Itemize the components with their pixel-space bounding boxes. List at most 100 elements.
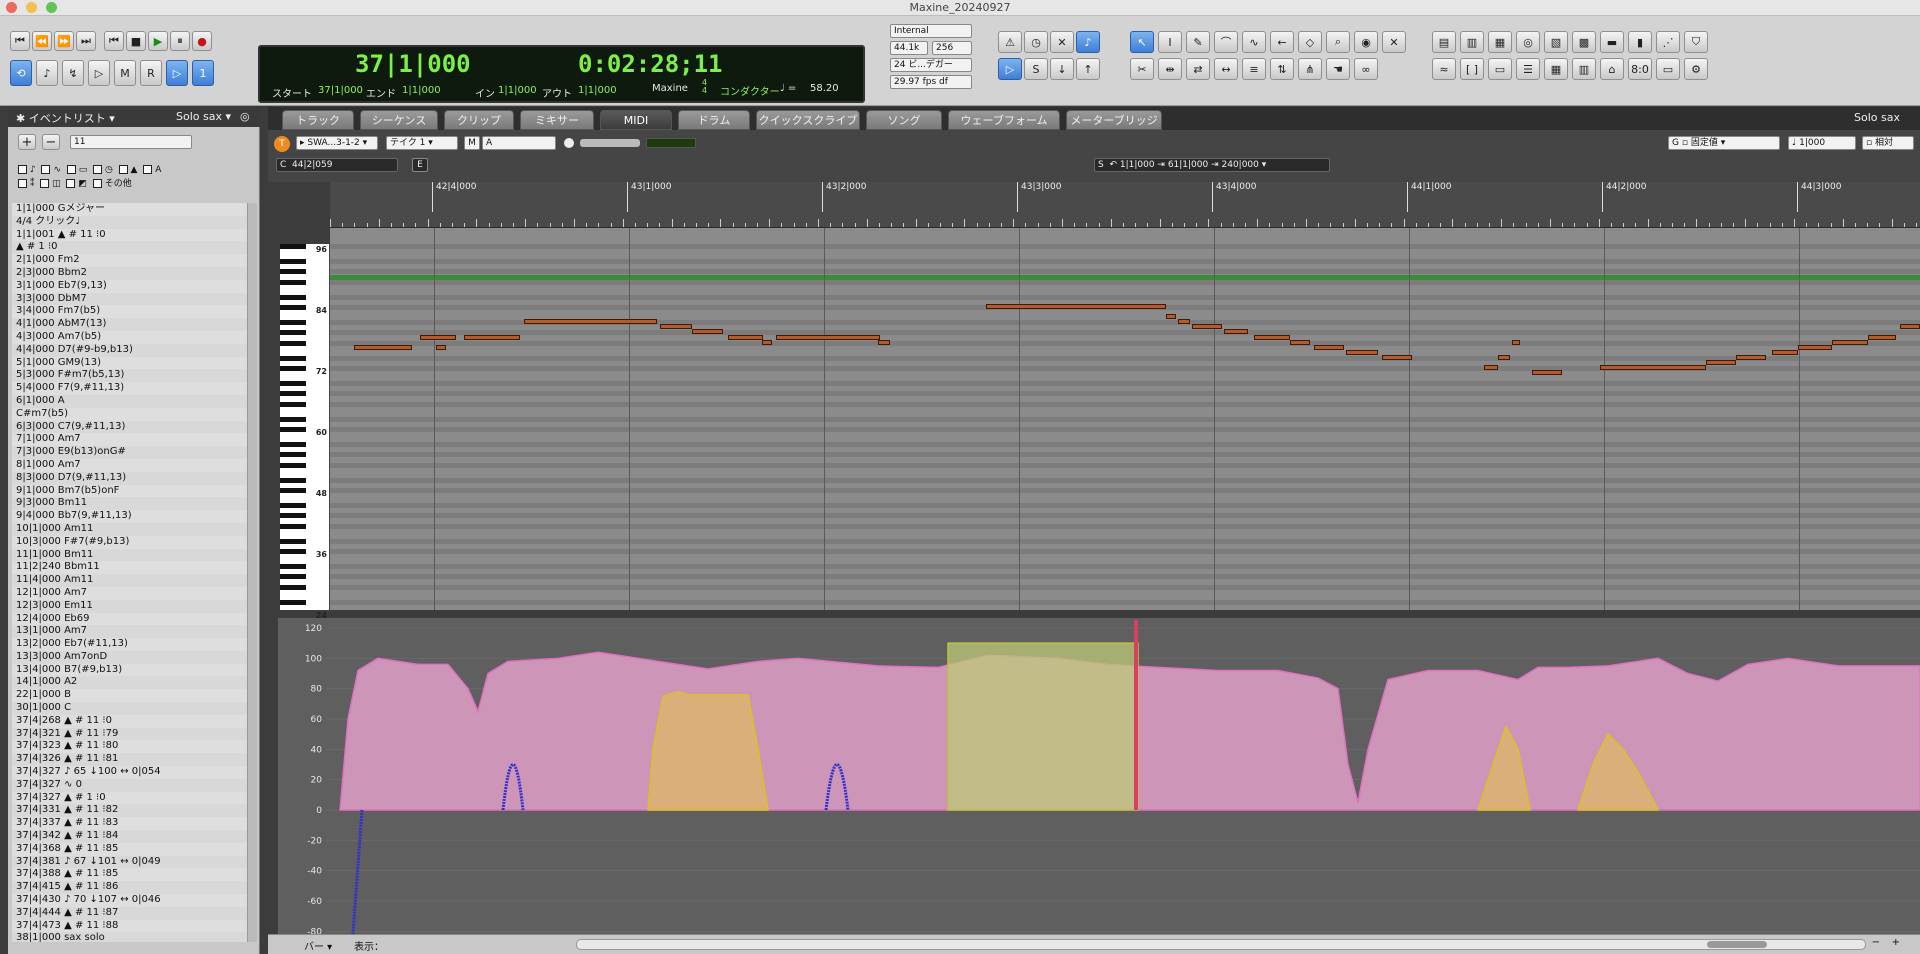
piano-black-key[interactable]: [280, 462, 306, 468]
event-row[interactable]: 37|4|327 ▲ # 1 ⁝0: [12, 791, 252, 805]
piano-black-key[interactable]: [280, 488, 306, 494]
event-row[interactable]: 13|3|000 Am7onD: [12, 651, 252, 664]
zoom-tool-icon[interactable]: ⌕: [1326, 31, 1350, 53]
clock-select[interactable]: Internal: [890, 24, 972, 38]
piano-black-key[interactable]: [280, 427, 306, 433]
filter-ctrl-icon[interactable]: [118, 165, 128, 174]
midi-note[interactable]: [728, 334, 763, 340]
loop-tool-icon[interactable]: ∞: [1354, 58, 1378, 80]
meter-display[interactable]: 44: [702, 79, 707, 95]
midi-note[interactable]: [1900, 324, 1920, 330]
scissors-tool-icon[interactable]: ✂: [1130, 58, 1154, 80]
midi-note[interactable]: [1224, 329, 1248, 335]
play-forward-icon[interactable]: ▷: [998, 58, 1022, 80]
piano-black-key[interactable]: [280, 401, 306, 407]
down-arrow-icon[interactable]: ↓: [1050, 58, 1074, 80]
arrow-left-tool-icon[interactable]: ←: [1270, 31, 1294, 53]
event-row[interactable]: 8|1|000 Am7: [12, 458, 252, 472]
midi-note[interactable]: [1254, 334, 1290, 340]
event-row[interactable]: 37|4|323 ▲ # 11 ⁝80: [12, 740, 252, 754]
filter-note-icon[interactable]: [18, 165, 27, 174]
piano-black-key[interactable]: [280, 513, 306, 519]
grid-mode-select[interactable]: G ▫ 固定値 ▾: [1668, 136, 1780, 150]
piano-black-key[interactable]: [280, 391, 306, 397]
tab-2[interactable]: クリップ: [444, 110, 514, 130]
midi-note[interactable]: [1382, 354, 1412, 360]
mode-a-select[interactable]: A: [482, 136, 556, 150]
waveform-icon[interactable]: ≈: [1432, 58, 1456, 80]
tab-1[interactable]: シーケンス: [360, 110, 438, 130]
tab-0[interactable]: トラック: [282, 110, 354, 130]
piano-black-key[interactable]: [280, 244, 306, 250]
midi-note[interactable]: [1600, 365, 1706, 370]
event-row[interactable]: 3|3|000 DbM7: [12, 293, 252, 306]
piano-black-key[interactable]: [280, 366, 306, 372]
piano-keyboard[interactable]: 96 84 72 60 48 36 24: [280, 244, 330, 620]
filter-chord-icon[interactable]: [66, 179, 76, 188]
midi-note[interactable]: [986, 304, 1166, 309]
graph-icon[interactable]: ⋰: [1656, 31, 1680, 53]
record-mode-icon[interactable]: R: [140, 60, 162, 86]
event-row[interactable]: 11|4|000 Am11: [12, 574, 252, 587]
piano-black-key[interactable]: [280, 305, 306, 311]
piano-black-key[interactable]: [280, 442, 306, 448]
text-tool-icon[interactable]: I: [1158, 31, 1182, 53]
metronome-icon[interactable]: ⚠: [998, 31, 1022, 53]
bars-icon[interactable]: 1: [192, 60, 214, 86]
event-row[interactable]: 37|4|327 ∿ 0: [12, 779, 252, 792]
controller-lane[interactable]: 120 100 80 60 40 20 0 -20 -40 -60 -80: [278, 618, 1920, 947]
filter-other-checkbox[interactable]: [92, 179, 102, 188]
piano-black-key[interactable]: [280, 538, 306, 544]
piano-black-key[interactable]: [280, 599, 306, 605]
speaker-icon[interactable]: ♪: [1076, 31, 1100, 53]
filter-meter-icon[interactable]: [18, 179, 27, 188]
midi-note[interactable]: [1166, 314, 1176, 320]
event-row[interactable]: 8|3|000 D7(9,#11,13): [12, 472, 252, 485]
add-event-button[interactable]: +: [18, 134, 36, 150]
out-value[interactable]: 1|1|000: [578, 85, 617, 96]
event-list-track[interactable]: Solo sax ▾: [176, 110, 231, 123]
midi-note[interactable]: [1736, 354, 1766, 360]
tab-5[interactable]: ドラム: [678, 110, 750, 130]
transpose-tool-icon[interactable]: ⇅: [1270, 58, 1294, 80]
event-list-menu[interactable]: ✱ イベントリスト ▾: [16, 110, 115, 126]
midi-note[interactable]: [1314, 344, 1344, 350]
midi-note[interactable]: [1772, 349, 1798, 355]
conductor-label[interactable]: コンダクター: [720, 83, 780, 98]
tab-3[interactable]: ミキサー: [520, 110, 594, 130]
rewind-start-icon[interactable]: ⏮: [10, 31, 30, 51]
event-row[interactable]: 12|3|000 Em11: [12, 600, 252, 613]
quantize-tool-icon[interactable]: ≡: [1242, 58, 1266, 80]
filter-key-icon[interactable]: [40, 179, 50, 188]
piano-black-key[interactable]: [280, 294, 306, 300]
event-row[interactable]: 5|4|000 F7(9,#11,13): [12, 382, 252, 395]
play-icon[interactable]: ▶: [148, 31, 168, 51]
filter-bend-icon[interactable]: [41, 165, 51, 174]
stop-icon[interactable]: ■: [126, 31, 146, 51]
midi-note[interactable]: [354, 344, 412, 350]
eraser-tool-icon[interactable]: ◇: [1298, 31, 1322, 53]
event-row[interactable]: 37|4|368 ▲ # 11 ⁝85: [12, 842, 252, 856]
piano-black-key[interactable]: [280, 574, 306, 580]
piano-black-key[interactable]: [280, 564, 306, 570]
mixer-icon[interactable]: ▧: [1544, 31, 1568, 53]
mode-m-button[interactable]: M: [464, 136, 480, 150]
bracket-icon[interactable]: [ ]: [1460, 58, 1484, 80]
event-row[interactable]: 1|1|000 Gメジャー: [12, 203, 252, 216]
midi-note[interactable]: [1290, 339, 1310, 345]
go-to-start-icon[interactable]: ⏮: [104, 31, 124, 51]
event-row[interactable]: 37|4|388 ▲ # 11 ⁝85: [12, 868, 252, 882]
event-row[interactable]: 10|1|000 Am11: [12, 523, 252, 536]
piano-black-key[interactable]: [280, 503, 306, 509]
midi-note[interactable]: [692, 329, 723, 335]
midi-note[interactable]: [464, 334, 520, 340]
event-list-scrollbar[interactable]: [247, 203, 257, 942]
event-row[interactable]: 37|4|337 ▲ # 11 ⁝83: [12, 817, 252, 831]
auto-scroll-icon[interactable]: ▷: [166, 60, 188, 86]
piano-black-key[interactable]: [280, 381, 306, 387]
eight-icon[interactable]: 8:0: [1628, 58, 1652, 80]
event-row[interactable]: 38|1|000 sax solo: [12, 932, 252, 942]
event-row[interactable]: 14|1|000 A2: [12, 676, 252, 689]
buffer-size[interactable]: 256: [932, 41, 972, 55]
sample-rate[interactable]: 44.1k: [890, 41, 928, 55]
